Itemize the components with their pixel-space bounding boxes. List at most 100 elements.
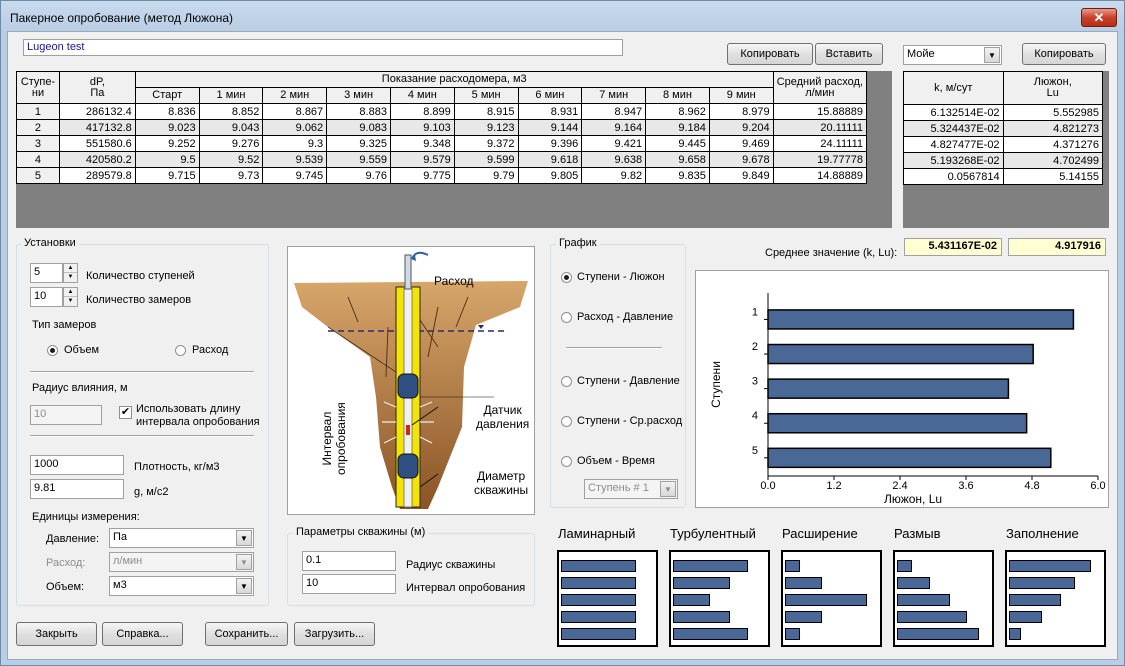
table-cell[interactable]: 9.539 (262, 151, 328, 168)
test-name-input[interactable]: Lugeon test (23, 39, 623, 56)
table-cell[interactable]: 9.745 (262, 167, 328, 184)
table-cell[interactable]: 9.835 (645, 167, 710, 184)
table-cell[interactable]: 24.11111 (772, 135, 868, 152)
source-select[interactable]: Мойе ▼ (903, 45, 1002, 65)
table-cell[interactable]: 9.023 (134, 119, 200, 136)
table-cell[interactable]: 6.132514E-02 (903, 104, 1004, 121)
table-row[interactable]: 4.827477E-02 4.371276 (903, 136, 1104, 153)
graph-steps-pressure-radio[interactable] (561, 376, 572, 387)
table-cell[interactable]: 9.805 (517, 167, 583, 184)
table-cell[interactable]: 289579.8 (58, 167, 136, 184)
table-cell[interactable]: 8.962 (645, 103, 710, 120)
table-cell[interactable]: 551580.6 (58, 135, 136, 152)
table-cell[interactable]: 2 (16, 119, 60, 136)
table-row[interactable]: 3 551580.6 9.252 9.276 9.3 9.325 9.348 9.372 9.3… (16, 135, 868, 152)
test-interval-input[interactable]: 10 (302, 574, 396, 594)
results-table[interactable]: k, м/сут Люжон, Lu 6.132514E-02 5.552985 5… (903, 71, 1109, 228)
table-cell[interactable]: 9.103 (389, 119, 455, 136)
table-cell[interactable]: 9.715 (134, 167, 200, 184)
table-cell[interactable]: 4.702499 (1002, 152, 1104, 169)
table-cell[interactable]: 8.867 (262, 103, 328, 120)
table-cell[interactable]: 9.372 (453, 135, 519, 152)
table-cell[interactable]: 8.947 (581, 103, 647, 120)
table-cell[interactable]: 14.88889 (772, 167, 868, 184)
table-cell[interactable]: 9.79 (453, 167, 519, 184)
pattern-chart[interactable] (781, 550, 882, 647)
table-cell[interactable]: 5.324437E-02 (903, 120, 1004, 137)
spin-up-icon[interactable]: ▲ (64, 264, 77, 273)
table-cell[interactable]: 9.421 (581, 135, 647, 152)
copy-table-button[interactable]: Копировать (727, 43, 813, 65)
table-cell[interactable]: 5.14155 (1002, 168, 1104, 185)
table-cell[interactable]: 4.371276 (1002, 136, 1104, 153)
table-cell[interactable]: 4 (16, 151, 60, 168)
table-cell[interactable]: 417132.8 (58, 119, 136, 136)
type-flow-radio[interactable] (175, 345, 186, 356)
table-cell[interactable]: 4.827477E-02 (903, 136, 1004, 153)
radius-input[interactable]: 10 (30, 405, 102, 425)
table-cell[interactable]: 9.73 (198, 167, 264, 184)
table-cell[interactable]: 8.883 (326, 103, 391, 120)
close-window-button[interactable]: ✕ (1081, 8, 1117, 27)
density-input[interactable]: 1000 (30, 455, 124, 475)
table-cell[interactable]: 9.579 (389, 151, 455, 168)
table-cell[interactable]: 9.775 (389, 167, 455, 184)
steps-count-input[interactable]: 5 (30, 263, 63, 283)
spin-down-icon[interactable]: ▼ (64, 273, 77, 282)
table-cell[interactable]: 9.849 (708, 167, 774, 184)
load-button[interactable]: Загрузить... (294, 622, 375, 646)
table-row[interactable]: 1 286132.4 8.836 8.852 8.867 8.883 8.899 8.915 8… (16, 103, 868, 120)
graph-volume-time-radio[interactable] (561, 456, 572, 467)
table-cell[interactable]: 8.979 (708, 103, 774, 120)
table-cell[interactable]: 8.915 (453, 103, 519, 120)
table-cell[interactable]: 5.552985 (1002, 104, 1104, 121)
table-row[interactable]: 2 417132.8 9.023 9.043 9.062 9.083 9.103 9.123 9… (16, 119, 868, 136)
table-cell[interactable]: 9.204 (708, 119, 774, 136)
table-cell[interactable]: 9.618 (517, 151, 583, 168)
table-cell[interactable]: 5.193268E-02 (903, 152, 1004, 169)
table-cell[interactable]: 9.658 (645, 151, 710, 168)
table-cell[interactable]: 9.325 (326, 135, 391, 152)
table-cell[interactable]: 9.5 (134, 151, 200, 168)
table-row[interactable]: 4 420580.2 9.5 9.52 9.539 9.559 9.579 9.599 9.61… (16, 151, 868, 168)
table-cell[interactable]: 9.043 (198, 119, 264, 136)
graph-steps-lugeon-radio[interactable] (561, 272, 572, 283)
pattern-chart[interactable] (1005, 550, 1106, 647)
table-cell[interactable]: 8.836 (134, 103, 200, 120)
spin-down-icon[interactable]: ▼ (64, 297, 77, 306)
close-button[interactable]: Закрыть (16, 622, 97, 646)
table-cell[interactable]: 9.678 (708, 151, 774, 168)
table-cell[interactable]: 15.88889 (772, 103, 868, 120)
pressure-unit-select[interactable]: Па ▼ (109, 528, 254, 548)
table-cell[interactable]: 9.599 (453, 151, 519, 168)
table-cell[interactable]: 9.184 (645, 119, 710, 136)
paste-table-button[interactable]: Вставить (815, 43, 883, 65)
table-row[interactable]: 0.0567814 5.14155 (903, 168, 1104, 185)
table-cell[interactable]: 9.82 (581, 167, 647, 184)
table-cell[interactable]: 9.083 (326, 119, 391, 136)
table-cell[interactable]: 8.899 (389, 103, 455, 120)
table-cell[interactable]: 286132.4 (58, 103, 136, 120)
table-cell[interactable]: 9.52 (198, 151, 264, 168)
table-cell[interactable]: 9.396 (517, 135, 583, 152)
table-cell[interactable]: 0.0567814 (903, 168, 1004, 185)
type-volume-radio[interactable] (47, 345, 58, 356)
table-cell[interactable]: 9.76 (326, 167, 391, 184)
table-cell[interactable]: 19.77778 (772, 151, 868, 168)
flowmeter-table[interactable]: Ступе- ни dP, Па Показание расходомера, … (16, 71, 892, 228)
table-cell[interactable]: 9.144 (517, 119, 583, 136)
samples-spinner[interactable]: ▲ ▼ (63, 287, 78, 307)
table-row[interactable]: 6.132514E-02 5.552985 (903, 104, 1104, 121)
table-cell[interactable]: 5 (16, 167, 60, 184)
table-cell[interactable]: 9.348 (389, 135, 455, 152)
table-cell[interactable]: 8.931 (517, 103, 583, 120)
table-cell[interactable]: 9.164 (581, 119, 647, 136)
step-select[interactable]: Ступень # 1 ▼ (584, 479, 678, 499)
table-row[interactable]: 5.324437E-02 4.821273 (903, 120, 1104, 137)
pattern-chart[interactable] (893, 550, 994, 647)
table-cell[interactable]: 1 (16, 103, 60, 120)
table-cell[interactable]: 4.821273 (1002, 120, 1104, 137)
steps-spinner[interactable]: ▲ ▼ (63, 263, 78, 283)
help-button[interactable]: Справка... (102, 622, 183, 646)
table-cell[interactable]: 9.469 (708, 135, 774, 152)
